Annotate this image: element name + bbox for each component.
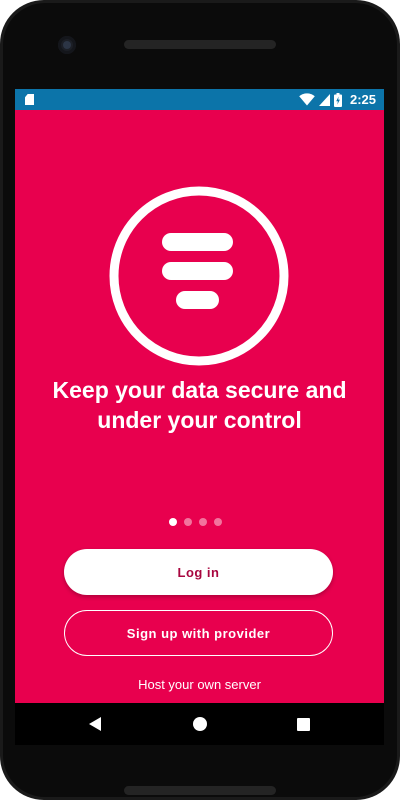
earpiece-speaker [124, 40, 276, 49]
signal-icon [318, 93, 330, 106]
host-own-server-link[interactable]: Host your own server [15, 677, 384, 692]
app-logo-icon [109, 186, 289, 366]
onboarding-headline: Keep your data secure and under your con… [52, 377, 347, 433]
sd-card-icon [25, 94, 34, 105]
status-bar: 2:25 [15, 89, 384, 110]
clock: 2:25 [349, 92, 376, 107]
page-dot[interactable] [214, 518, 222, 526]
front-camera [58, 36, 76, 54]
back-button[interactable] [75, 703, 115, 745]
phone-device: 2:25 Keep your data secure and under you… [0, 0, 400, 800]
page-dot[interactable] [199, 518, 207, 526]
battery-charging-icon [333, 92, 342, 107]
login-button[interactable]: Log in [64, 549, 333, 595]
status-indicators: 2:25 [299, 89, 376, 110]
home-button[interactable] [180, 703, 220, 745]
signup-with-provider-button[interactable]: Sign up with provider [64, 610, 333, 656]
page-indicator [169, 518, 222, 526]
navigation-bar [15, 703, 384, 745]
page-dot-active[interactable] [169, 518, 177, 526]
recents-button[interactable] [283, 703, 323, 745]
recents-icon [296, 717, 310, 731]
page-dot[interactable] [184, 518, 192, 526]
app-screen: 2:25 Keep your data secure and under you… [15, 89, 384, 745]
back-icon [89, 717, 101, 731]
home-icon [193, 717, 207, 731]
bottom-speaker [124, 786, 276, 795]
wifi-icon [299, 93, 315, 106]
